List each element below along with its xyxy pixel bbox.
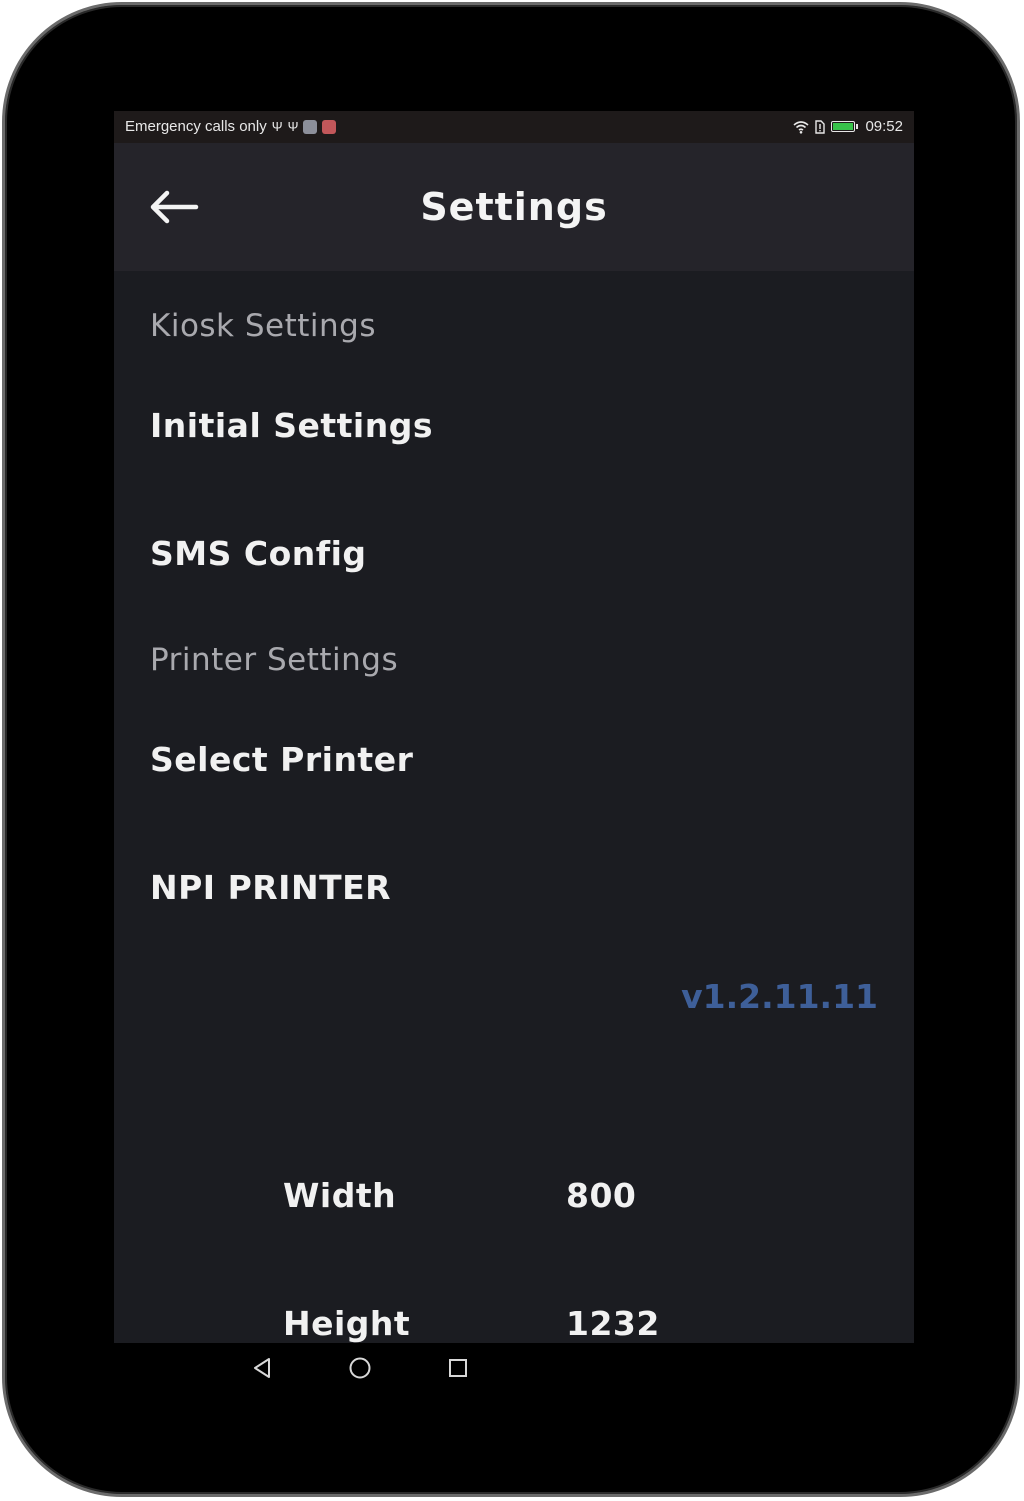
select-printer-item[interactable]: Select Printer <box>114 704 914 814</box>
carrier-text: Emergency calls only <box>125 118 267 135</box>
npi-printer-item[interactable]: NPI PRINTER <box>114 832 914 942</box>
status-time: 09:52 <box>865 118 903 135</box>
status-right: 09:52 <box>793 118 903 135</box>
version-label: v1.2.11.11 <box>681 977 878 1016</box>
app-bar: Settings <box>114 143 914 271</box>
sms-config-item[interactable]: SMS Config <box>114 498 914 608</box>
app-notification-icon <box>303 119 318 134</box>
app-notification-icon <box>322 119 337 134</box>
height-label: Height <box>283 1304 411 1343</box>
height-value: 1232 <box>566 1304 660 1343</box>
battery-icon <box>831 121 859 132</box>
wifi-icon <box>793 120 809 134</box>
status-left: Emergency calls only Ψ Ψ <box>125 118 337 135</box>
navigation-bar <box>114 1343 914 1393</box>
usb-icon: Ψ <box>271 118 283 134</box>
section-header-kiosk: Kiosk Settings <box>150 308 377 344</box>
page-title: Settings <box>420 185 608 229</box>
usb-icon: Ψ <box>287 118 299 134</box>
status-bar: Emergency calls only Ψ Ψ 09:52 <box>114 111 914 143</box>
nav-home-button[interactable] <box>343 1351 377 1385</box>
screen: Emergency calls only Ψ Ψ 09:52 Settings <box>114 111 914 1343</box>
section-header-printer: Printer Settings <box>150 642 399 678</box>
nav-back-button[interactable] <box>245 1351 279 1385</box>
arrow-left-icon <box>150 190 199 224</box>
width-label: Width <box>283 1176 397 1215</box>
sim-icon <box>815 119 826 134</box>
width-value: 800 <box>566 1176 637 1215</box>
back-triangle-icon <box>254 1358 270 1378</box>
back-button[interactable] <box>144 183 204 231</box>
initial-settings-item[interactable]: Initial Settings <box>114 370 914 480</box>
recents-square-icon <box>449 1359 467 1377</box>
nav-recents-button[interactable] <box>441 1351 475 1385</box>
home-circle-icon <box>349 1357 371 1379</box>
